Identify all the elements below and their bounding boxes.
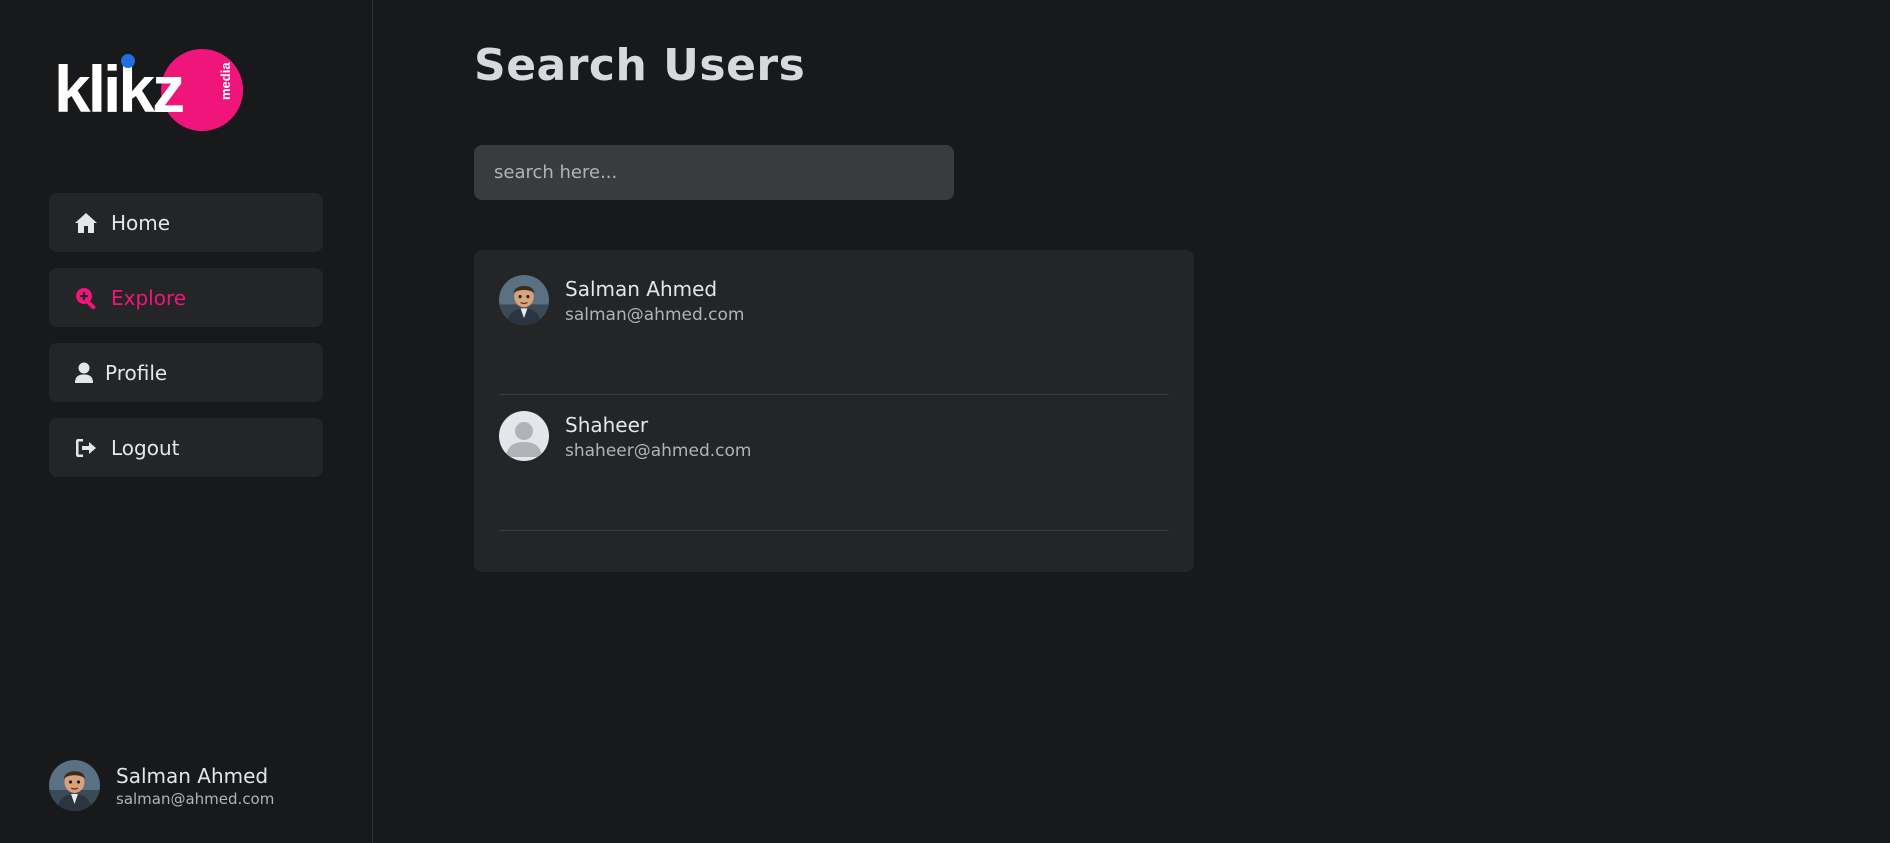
sidebar: klikz media Home Explore Profile Logout … xyxy=(0,0,373,843)
sidebar-nav: Home Explore Profile Logout xyxy=(49,193,323,493)
home-icon xyxy=(73,210,99,236)
user-icon xyxy=(71,360,97,386)
result-info: Shaheer shaheer@ahmed.com xyxy=(565,411,751,463)
sidebar-item-label: Logout xyxy=(111,435,180,460)
current-user-email: salman@ahmed.com xyxy=(116,789,275,808)
list-item[interactable]: Shaheer shaheer@ahmed.com xyxy=(499,411,1169,531)
list-item[interactable]: Salman Ahmed salman@ahmed.com xyxy=(499,275,1169,395)
result-email: salman@ahmed.com xyxy=(565,305,745,325)
sidebar-item-logout[interactable]: Logout xyxy=(49,418,323,477)
sidebar-item-explore[interactable]: Explore xyxy=(49,268,323,327)
result-name: Shaheer xyxy=(565,413,649,437)
avatar xyxy=(49,760,100,811)
sidebar-item-label: Explore xyxy=(111,285,187,310)
page-title: Search Users xyxy=(474,40,806,91)
search-input[interactable] xyxy=(474,145,954,200)
current-user-card[interactable]: Salman Ahmed salman@ahmed.com xyxy=(49,760,274,811)
main-content: Search Users search here... Salman Ahmed… xyxy=(474,0,1890,843)
logout-icon xyxy=(73,435,99,461)
result-info: Salman Ahmed salman@ahmed.com xyxy=(565,275,744,327)
result-email: shaheer@ahmed.com xyxy=(565,441,752,461)
search-results: Salman Ahmed salman@ahmed.com Shaheer sh… xyxy=(474,250,1194,572)
current-user-name: Salman Ahmed xyxy=(116,763,269,788)
result-name: Salman Ahmed xyxy=(565,277,718,301)
avatar xyxy=(499,411,549,461)
sidebar-item-label: Profile xyxy=(105,360,168,385)
svg-text:media: media xyxy=(218,62,233,100)
sidebar-item-label: Home xyxy=(111,210,171,235)
klikz-logo[interactable]: klikz media xyxy=(54,48,244,132)
search-plus-icon xyxy=(73,285,99,311)
sidebar-item-home[interactable]: Home xyxy=(49,193,323,252)
app: klikz media Home Explore Profile Logout … xyxy=(0,0,1890,843)
svg-text:klikz: klikz xyxy=(54,52,183,126)
avatar xyxy=(499,275,549,325)
sidebar-item-profile[interactable]: Profile xyxy=(49,343,323,402)
